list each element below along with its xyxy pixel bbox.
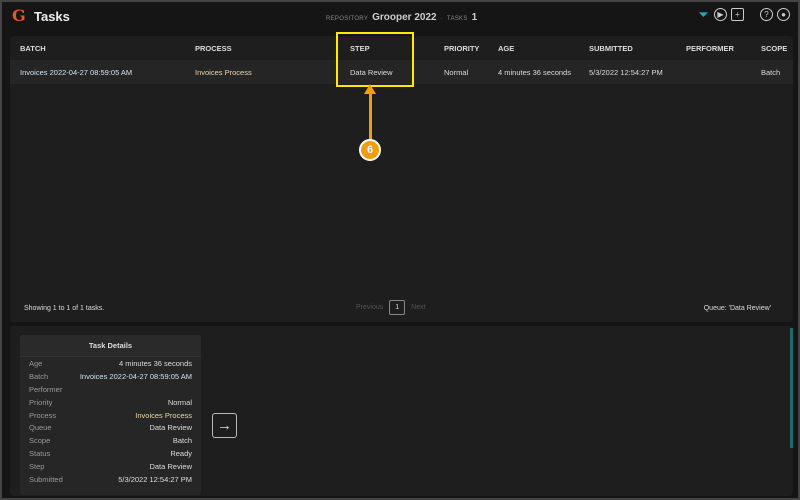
separator: · [440,16,443,22]
detail-key: Submitted [29,474,63,484]
callout-arrow [369,88,372,140]
user-icon[interactable]: ● [777,8,790,21]
detail-value: Ready [170,449,192,459]
scrollbar[interactable] [790,328,793,448]
previous-button[interactable]: Previous [356,304,383,311]
column-scope[interactable]: SCOPE [761,44,787,53]
cell-priority: Normal [444,67,469,77]
toolbar: ⏷ ▶ + ? ● [697,7,790,22]
detail-row: Priority Normal [20,396,201,409]
callout-badge: 6 [359,139,381,161]
cell-process: Invoices Process [195,67,252,77]
cell-submitted: 5/3/2022 12:54:27 PM [589,67,663,77]
grooper-logo: G [12,6,26,25]
column-age[interactable]: AGE [498,44,514,53]
task-details-title: Task Details [20,335,201,357]
next-button[interactable]: Next [411,304,425,311]
detail-row: Submitted 5/3/2022 12:54:27 PM [20,473,201,486]
repository-info: REPOSITORY Grooper 2022 · TASKS 1 [326,12,477,23]
pagination: Previous 1 Next [356,300,426,315]
detail-key: Performer [29,384,63,394]
column-process[interactable]: PROCESS [195,44,232,53]
detail-row: Status Ready [20,447,201,460]
detail-value: 5/3/2022 12:54:27 PM [118,474,192,484]
open-task-button[interactable]: → [212,413,237,438]
step-highlight-box [336,32,414,87]
detail-key: Process [29,410,57,420]
top-bar: G Tasks REPOSITORY Grooper 2022 · TASKS … [2,2,798,32]
detail-key: Status [29,449,51,459]
detail-row: Step Data Review [20,460,201,473]
column-performer[interactable]: PERFORMER [686,44,734,53]
column-batch[interactable]: BATCH [20,44,46,53]
folder-add-icon[interactable]: + [731,8,744,21]
arrow-right-icon: → [217,417,232,434]
detail-value: Batch [172,436,192,446]
repository-name[interactable]: Grooper 2022 [372,12,436,23]
play-icon[interactable]: ▶ [714,8,727,21]
detail-key: Queue [29,423,52,433]
column-priority[interactable]: PRIORITY [444,44,479,53]
detail-row: Queue Data Review [20,421,201,434]
detail-key: Batch [29,371,49,381]
cell-age: 4 minutes 36 seconds [498,67,571,77]
detail-row: Process Invoices Process [20,409,201,422]
tasks-label: TASKS [446,16,468,22]
detail-key: Step [29,462,45,472]
detail-row: Batch Invoices 2022-04-27 08:59:05 AM [20,370,201,383]
page-1-button[interactable]: 1 [389,300,406,315]
cell-batch: Invoices 2022-04-27 08:59:05 AM [20,67,133,77]
repository-label: REPOSITORY [326,16,369,22]
tasks-count: 1 [471,12,478,23]
task-details-card: Task Details Age 4 minutes 36 seconds Batc… [20,335,201,495]
detail-value: Normal [167,397,192,407]
cell-scope: Batch [761,67,781,77]
detail-value: Data Review [149,423,192,433]
detail-key: Age [29,358,43,368]
detail-row: Age 4 minutes 36 seconds [20,357,201,370]
detail-value: 4 minutes 36 seconds [119,358,192,368]
detail-value: Data Review [149,462,192,472]
detail-key: Priority [29,397,53,407]
column-submitted[interactable]: SUBMITTED [589,44,633,53]
showing-text: Showing 1 to 1 of 1 tasks. [24,305,105,312]
help-icon[interactable]: ? [760,8,773,21]
detail-key: Scope [29,436,51,446]
detail-value: Invoices Process [135,410,192,420]
task-details-panel: Task Details Age 4 minutes 36 seconds Batc… [10,326,793,496]
page-title: Tasks [34,9,70,24]
detail-row: Performer [20,383,201,396]
queue-label: Queue: 'Data Review' [703,305,771,312]
table-footer: Showing 1 to 1 of 1 tasks. Previous 1 Ne… [10,296,793,322]
filter-icon[interactable]: ⏷ [697,7,710,22]
detail-value: Invoices 2022-04-27 08:59:05 AM [79,371,192,381]
detail-row: Scope Batch [20,434,201,447]
